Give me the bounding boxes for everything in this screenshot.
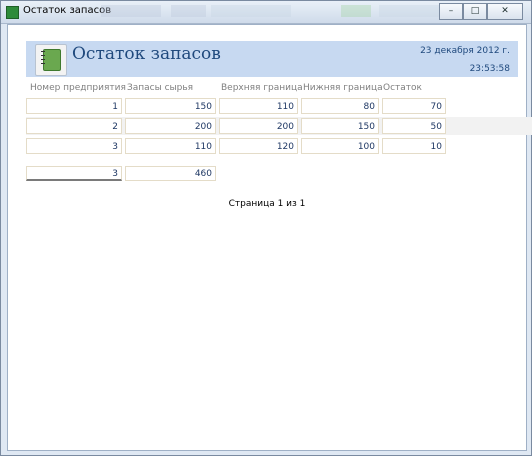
window-title: Остаток запасов <box>23 5 112 16</box>
total-count: 3 <box>26 166 122 181</box>
window-controls: – □ ✕ <box>439 3 523 20</box>
background-toolbar-ghost <box>211 5 291 17</box>
report-window: Остаток запасов – □ ✕ Остаток запасов 23… <box>0 0 532 456</box>
cell-upper: 200 <box>219 118 298 134</box>
cell-stock: 150 <box>125 98 216 114</box>
background-toolbar-ghost <box>379 5 439 17</box>
cell-enterprise: 1 <box>26 98 122 114</box>
close-button[interactable]: ✕ <box>487 3 523 20</box>
cell-lower: 100 <box>301 138 379 154</box>
cell-remaining: 10 <box>382 138 446 154</box>
total-stock: 460 <box>125 166 216 181</box>
notebook-rings <box>41 51 45 67</box>
report-header: Остаток запасов 23 декабря 2012 г. 23:53… <box>26 41 518 77</box>
notebook-icon <box>35 44 67 76</box>
cell-enterprise: 3 <box>26 138 122 154</box>
cell-upper: 110 <box>219 98 298 114</box>
cell-lower: 150 <box>301 118 379 134</box>
cell-stock: 200 <box>125 118 216 134</box>
column-header-lower: Нижняя граница <box>303 83 383 93</box>
maximize-button[interactable]: □ <box>463 3 487 20</box>
report-date: 23 декабря 2012 г. <box>420 46 510 56</box>
background-toolbar-ghost <box>341 5 371 17</box>
column-header-upper: Верхняя граница <box>221 83 303 93</box>
access-report-icon <box>6 6 19 19</box>
report-title: Остаток запасов <box>72 44 221 64</box>
cell-stock: 110 <box>125 138 216 154</box>
minimize-button[interactable]: – <box>439 3 463 20</box>
column-header-enterprise: Номер предприятия <box>30 83 126 93</box>
notebook-cover <box>43 49 61 71</box>
cell-remaining: 70 <box>382 98 446 114</box>
cell-upper: 120 <box>219 138 298 154</box>
column-header-stock: Запасы сырья <box>127 83 194 93</box>
cell-lower: 80 <box>301 98 379 114</box>
column-header-remaining: Остаток <box>383 83 422 93</box>
cell-remaining: 50 <box>382 118 446 134</box>
background-toolbar-ghost <box>101 5 161 17</box>
cell-enterprise: 2 <box>26 118 122 134</box>
title-bar[interactable]: Остаток запасов – □ ✕ <box>1 1 531 24</box>
report-canvas[interactable]: Остаток запасов 23 декабря 2012 г. 23:53… <box>7 24 532 451</box>
page-indicator: Страница 1 из 1 <box>228 199 306 209</box>
report-time: 23:53:58 <box>469 64 510 74</box>
background-toolbar-ghost <box>171 5 206 17</box>
